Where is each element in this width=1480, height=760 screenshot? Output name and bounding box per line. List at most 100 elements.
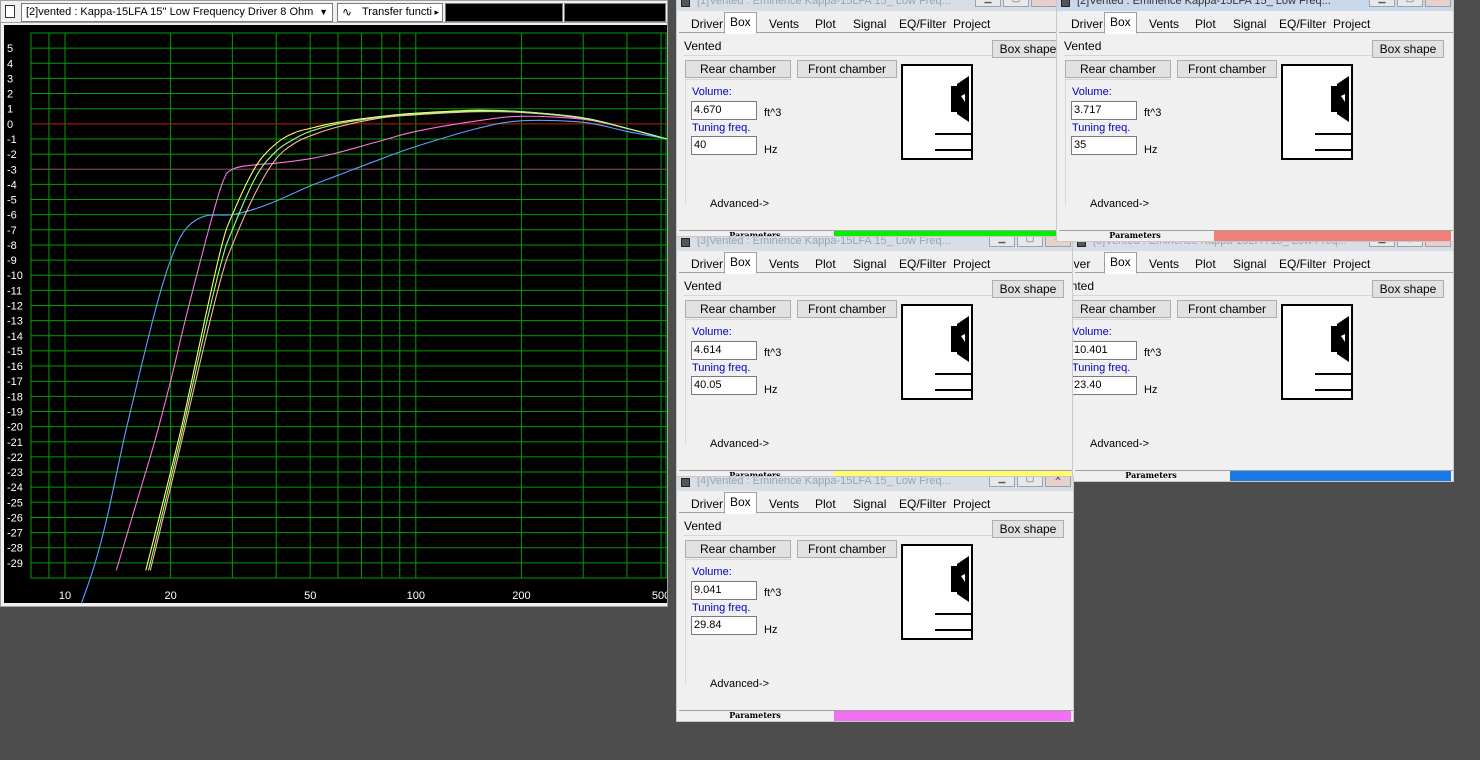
tab-vents[interactable]: Vents — [1143, 15, 1185, 33]
rear-chamber-button[interactable]: Rear chamber — [685, 60, 791, 78]
rear-chamber-panel: Volume: 4.670 ft^3 Tuning freq. 40 Hz Ad… — [685, 79, 791, 210]
tab-plot[interactable]: Plot — [1189, 15, 1222, 33]
window-title-bar[interactable]: [1]Vented : Eminence Kappa-15LFA 15_ Low… — [677, 0, 1059, 11]
volume-input[interactable]: 9.041 — [691, 581, 757, 600]
close-button[interactable]: ✕ — [1425, 0, 1451, 7]
tab-project[interactable]: Project — [947, 15, 996, 33]
tab-eq-filter[interactable]: EQ/Filter — [1273, 255, 1332, 273]
tab-box[interactable]: Box — [724, 252, 757, 274]
tuning-freq-unit: Hz — [764, 144, 778, 156]
tuning-freq-input[interactable]: 40 — [691, 136, 757, 155]
front-chamber-button[interactable]: Front chamber — [797, 60, 897, 78]
tab-vents[interactable]: Vents — [1143, 255, 1185, 273]
front-chamber-button[interactable]: Front chamber — [797, 540, 897, 558]
volume-input[interactable]: 3.717 — [1071, 101, 1137, 120]
tuning-freq-label: Tuning freq. — [1072, 122, 1131, 134]
tuning-freq-input[interactable]: 29.84 — [691, 616, 757, 635]
minimize-button[interactable]: ▁ — [989, 477, 1015, 487]
tuning-freq-input[interactable]: 23.40 — [1073, 376, 1137, 395]
box-shape-button[interactable]: Box shape — [1372, 280, 1444, 298]
graph-window: [2]vented : Kappa-15LFA 15'' Low Frequen… — [0, 0, 668, 607]
tab-project[interactable]: Project — [947, 255, 996, 273]
tab-project[interactable]: Project — [1327, 15, 1376, 33]
tab-box[interactable]: Box — [1104, 252, 1137, 274]
advanced-button[interactable]: Advanced-> — [710, 438, 769, 450]
tab-signal[interactable]: Signal — [1227, 15, 1272, 33]
tab-eq-filter[interactable]: EQ/Filter — [893, 15, 952, 33]
front-chamber-button[interactable]: Front chamber — [797, 300, 897, 318]
tab-project[interactable]: Project — [947, 495, 996, 513]
maximize-button[interactable]: ▢ — [1397, 0, 1423, 7]
tab-bar: Driver Box Vents Plot Signal EQ/Filter Project — [679, 251, 1073, 274]
status-bar: Parameters — [1075, 470, 1453, 481]
box-shape-button[interactable]: Box shape — [992, 280, 1064, 298]
box-shape-button[interactable]: Box shape — [992, 520, 1064, 538]
y-tick-label: -3 — [7, 164, 17, 176]
close-button[interactable]: ✕ — [1031, 0, 1057, 7]
tab-signal[interactable]: Signal — [1227, 255, 1272, 273]
maximize-button[interactable]: ▢ — [1017, 477, 1043, 487]
tab-signal[interactable]: Signal — [847, 495, 892, 513]
maximize-button[interactable]: ▢ — [1003, 0, 1029, 7]
tab-box[interactable]: Box — [724, 492, 757, 514]
rear-chamber-button[interactable]: Rear chamber — [685, 540, 791, 558]
front-chamber-button[interactable]: Front chamber — [1177, 300, 1277, 318]
y-tick-label: 2 — [7, 89, 13, 101]
volume-unit: ft^3 — [764, 587, 782, 599]
tab-iver[interactable]: iver — [1073, 255, 1096, 273]
minimize-button[interactable]: ▁ — [975, 0, 1001, 7]
maximize-button[interactable]: ▢ — [1017, 237, 1043, 247]
tab-driver[interactable]: Driver — [685, 15, 729, 33]
tuning-freq-input[interactable]: 40.05 — [691, 376, 757, 395]
close-button[interactable]: ✕ — [1045, 477, 1071, 487]
rear-chamber-button[interactable]: Rear chamber — [1065, 60, 1171, 78]
box-shape-button[interactable]: Box shape — [1372, 40, 1444, 58]
plot-type-value: Transfer functi — [362, 6, 432, 18]
rear-chamber-button[interactable]: Rear chamber — [685, 300, 791, 318]
y-tick-label: -28 — [7, 543, 23, 555]
box-shape-button[interactable]: Box shape — [992, 40, 1059, 58]
rear-chamber-button[interactable]: Rear chamber — [1073, 300, 1171, 318]
volume-input[interactable]: 10.401 — [1073, 341, 1137, 360]
y-tick-label: -29 — [7, 558, 23, 570]
window-title-bar[interactable]: [3]Vented : Eminence Kappa-15LFA 15_ Low… — [677, 237, 1073, 251]
window-title-bar[interactable]: [2]Vented : Eminence Kappa-15LFA 15_ Low… — [1057, 0, 1453, 11]
minimize-button[interactable]: ▁ — [989, 237, 1015, 247]
plot-area[interactable]: 5 4 3 2 1 0 -1 -2 -3 -4 -5 -6 -7 -8 -9 -10 -11 -12 -13 -14-… — [4, 25, 667, 603]
tab-eq-filter[interactable]: EQ/Filter — [893, 495, 952, 513]
tab-vents[interactable]: Vents — [763, 255, 805, 273]
driver-select[interactable]: [2]vented : Kappa-15LFA 15'' Low Frequen… — [21, 3, 333, 22]
box-shape-diagram — [901, 64, 973, 160]
tab-box[interactable]: Box — [1104, 12, 1137, 34]
tab-box[interactable]: Box — [724, 12, 757, 34]
tab-driver[interactable]: Driver — [685, 495, 729, 513]
tab-signal[interactable]: Signal — [847, 15, 892, 33]
tab-plot[interactable]: Plot — [1189, 255, 1222, 273]
front-chamber-button[interactable]: Front chamber — [1177, 60, 1277, 78]
tab-driver[interactable]: Driver — [685, 255, 729, 273]
advanced-button[interactable]: Advanced-> — [1090, 438, 1149, 450]
tab-plot[interactable]: Plot — [809, 255, 842, 273]
volume-input[interactable]: 4.670 — [691, 101, 757, 120]
window-title-bar[interactable]: [4]Vented : Eminence Kappa-15LFA 15_ Low… — [677, 477, 1073, 491]
advanced-button[interactable]: Advanced-> — [710, 198, 769, 210]
tab-eq-filter[interactable]: EQ/Filter — [1273, 15, 1332, 33]
advanced-button[interactable]: Advanced-> — [710, 678, 769, 690]
y-tick-label: -17 — [7, 376, 23, 388]
minimize-button[interactable]: ▁ — [1369, 0, 1395, 7]
tab-signal[interactable]: Signal — [847, 255, 892, 273]
y-tick-label: -8 — [7, 240, 17, 252]
status-bar: Parameters — [679, 710, 1073, 721]
tab-project[interactable]: Project — [1327, 255, 1376, 273]
tuning-freq-input[interactable]: 35 — [1071, 136, 1137, 155]
tab-plot[interactable]: Plot — [809, 15, 842, 33]
tab-plot[interactable]: Plot — [809, 495, 842, 513]
tab-vents[interactable]: Vents — [763, 495, 805, 513]
tab-driver[interactable]: Driver — [1065, 15, 1109, 33]
series-line-1 — [80, 119, 667, 603]
volume-input[interactable]: 4.614 — [691, 341, 757, 360]
tab-vents[interactable]: Vents — [763, 15, 805, 33]
tab-eq-filter[interactable]: EQ/Filter — [893, 255, 952, 273]
advanced-button[interactable]: Advanced-> — [1090, 198, 1149, 210]
plot-type-select[interactable]: ∿ Transfer functi ▸ — [337, 3, 443, 22]
